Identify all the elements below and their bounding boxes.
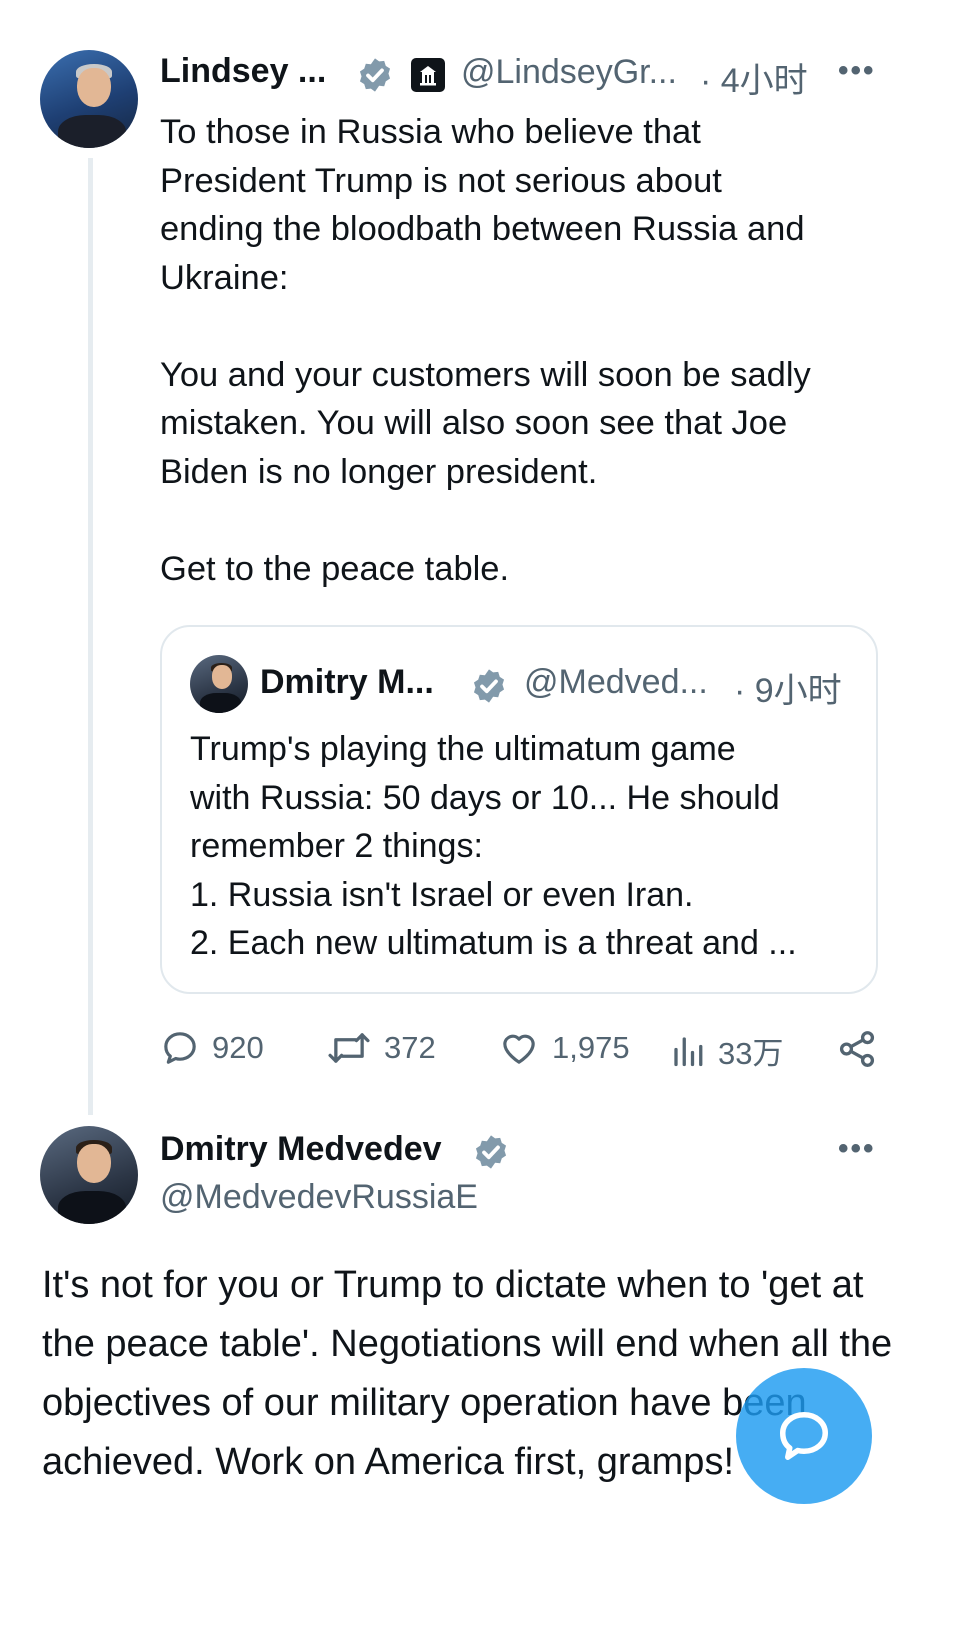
reply-icon (164, 1032, 196, 1064)
like-count: 1,975 (552, 1030, 630, 1065)
more-dots-icon[interactable]: ••• (838, 54, 876, 88)
quoted-tweet-text: Trump's playing the ultimatum game with … (190, 730, 797, 962)
retweet-button[interactable]: 372 (326, 1028, 436, 1068)
views-count: 33万 (718, 1036, 784, 1071)
author-name[interactable]: Lindsey ... (160, 52, 326, 91)
tweet-time[interactable]: · 4小时 (700, 53, 808, 102)
retweet-count: 372 (384, 1030, 436, 1065)
reply-button[interactable]: 920 (160, 1028, 264, 1068)
like-button[interactable]: 1,975 (498, 1028, 630, 1068)
reply-author-name[interactable]: Dmitry Medvedev (160, 1130, 442, 1169)
quoted-tweet-card[interactable]: Dmitry M... @Medved... · 9小时 Trump's pla… (160, 625, 878, 994)
author-handle[interactable]: @LindseyGr... (461, 53, 677, 92)
avatar-medvedev-small (190, 655, 248, 713)
retweet-icon (328, 1033, 370, 1063)
compose-reply-button[interactable] (736, 1368, 872, 1504)
reply-author-handle[interactable]: @MedvedevRussiaE (160, 1178, 478, 1217)
share-icon (839, 1031, 875, 1067)
thread-line (88, 158, 93, 1115)
quoted-author-name: Dmitry M... (260, 663, 434, 701)
avatar-lindsey[interactable] (40, 50, 138, 148)
share-button[interactable] (836, 1028, 890, 1070)
verified-badge-icon (475, 1135, 507, 1169)
verified-badge-icon (473, 669, 505, 703)
government-affiliation-icon (411, 58, 445, 92)
views-icon (674, 1036, 703, 1066)
tweet-text: To those in Russia who believe that Pres… (160, 113, 811, 588)
avatar-medvedev[interactable] (40, 1126, 138, 1224)
reply-count: 920 (212, 1030, 264, 1065)
heart-icon (503, 1034, 535, 1064)
quoted-tweet-time: · 9小时 (734, 672, 842, 710)
verified-badge-icon (359, 58, 391, 92)
compose-reply-icon (780, 1412, 828, 1460)
quoted-author-handle: @Medved... (524, 663, 708, 701)
more-dots-icon[interactable]: ••• (838, 1132, 876, 1166)
views-button[interactable]: 33万 (670, 1028, 783, 1073)
